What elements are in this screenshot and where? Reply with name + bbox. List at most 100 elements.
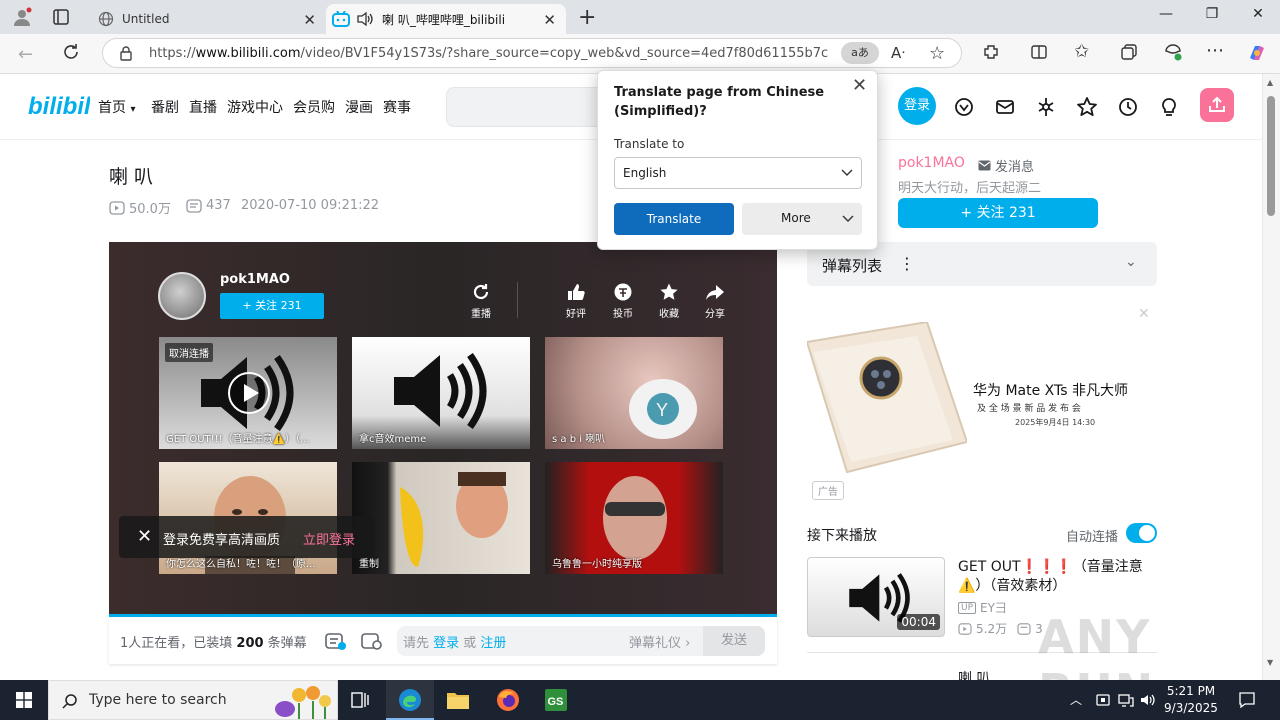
- favorite-star-icon[interactable]: ☆: [929, 43, 945, 64]
- danmaku-settings-icon[interactable]: [361, 631, 383, 651]
- close-icon[interactable]: ✕: [1138, 306, 1150, 322]
- related-video-thumb[interactable]: 乌鲁鲁一小时纯享版: [545, 462, 723, 574]
- related-video-thumb[interactable]: 取消连播 GET OUT!!!（音量注意⚠️）（...: [159, 337, 337, 449]
- firefox-icon[interactable]: [484, 680, 532, 720]
- tab-untitled[interactable]: Untitled ✕: [86, 4, 326, 34]
- minimize-button[interactable]: —: [1143, 6, 1189, 22]
- notifications-icon[interactable]: [1238, 691, 1256, 709]
- tray-device-icon[interactable]: [1096, 692, 1110, 708]
- avatar[interactable]: [158, 272, 206, 320]
- scrollbar-thumb[interactable]: [1267, 96, 1275, 216]
- player-uploader-name[interactable]: pok1MAO: [220, 272, 290, 287]
- next-video-uploader[interactable]: UP EY彐: [958, 599, 1007, 616]
- bilibili-logo[interactable]: bilibili: [28, 90, 90, 120]
- nav-game-center[interactable]: 游戏中心: [227, 97, 283, 117]
- player-follow-button[interactable]: + 关注 231: [220, 293, 324, 319]
- danmaku-etiquette-link[interactable]: 弹幕礼仪 ›: [629, 632, 690, 651]
- upload-button[interactable]: [1200, 88, 1234, 122]
- danmaku-input[interactable]: 请先 登录 或 注册 弹幕礼仪 › 发送: [397, 626, 765, 656]
- favorite-button[interactable]: 收藏: [649, 282, 689, 320]
- history-icon[interactable]: [1117, 96, 1139, 118]
- like-button[interactable]: 好评: [556, 282, 596, 320]
- nav-anime[interactable]: 番剧: [151, 97, 179, 117]
- related-video-thumb[interactable]: Y s a b i 喇叭: [545, 337, 723, 449]
- profile-icon[interactable]: [12, 7, 32, 27]
- message-icon[interactable]: [994, 96, 1016, 118]
- nav-home[interactable]: 首页 ▾: [98, 97, 135, 117]
- refresh-icon[interactable]: [62, 43, 80, 61]
- creation-center-icon[interactable]: [1158, 96, 1180, 118]
- back-icon[interactable]: ←: [18, 44, 33, 65]
- copilot-icon[interactable]: [1246, 42, 1268, 64]
- speaker-icon[interactable]: [356, 11, 374, 27]
- language-select[interactable]: English: [614, 157, 862, 189]
- window-close-button[interactable]: ✕: [1235, 6, 1280, 22]
- favorites-icon[interactable]: ✩: [1074, 41, 1089, 62]
- search-input[interactable]: [446, 87, 616, 127]
- network-icon[interactable]: [1118, 692, 1134, 708]
- more-button[interactable]: More: [742, 203, 862, 235]
- video-player[interactable]: pok1MAO + 关注 231 重播 好评 投币 收藏 分享 取消连播 GET…: [109, 242, 777, 617]
- close-icon[interactable]: ✕: [303, 11, 316, 29]
- next-video-thumb[interactable]: 00:04: [807, 557, 945, 637]
- split-screen-icon[interactable]: [1030, 43, 1048, 61]
- autoplay-toggle[interactable]: [1126, 523, 1157, 543]
- more-vertical-icon[interactable]: ⋮: [899, 254, 915, 273]
- toast-login-link[interactable]: 立即登录: [303, 529, 355, 548]
- coin-button[interactable]: 投币: [603, 282, 643, 320]
- browser-essentials-icon[interactable]: [1163, 42, 1183, 62]
- play-circle-icon[interactable]: [227, 371, 271, 415]
- edge-taskbar-icon[interactable]: [386, 680, 434, 720]
- task-view-icon[interactable]: [336, 680, 384, 720]
- nav-esports[interactable]: 赛事: [383, 97, 411, 117]
- related-video-thumb[interactable]: 重制: [352, 462, 530, 574]
- send-danmaku-button[interactable]: 发送: [703, 626, 765, 656]
- translate-icon[interactable]: aあ: [841, 42, 879, 64]
- restore-button[interactable]: ❐: [1189, 6, 1235, 22]
- url-text[interactable]: https://www.bilibili.com/video/BV1F54y1S…: [149, 46, 829, 61]
- close-icon[interactable]: ✕: [137, 526, 152, 547]
- favorites-star-icon[interactable]: [1076, 96, 1098, 118]
- start-button[interactable]: [0, 680, 48, 720]
- nav-shop[interactable]: 会员购: [293, 97, 335, 117]
- dynamic-icon[interactable]: [1035, 96, 1057, 118]
- nav-manga[interactable]: 漫画: [345, 97, 373, 117]
- up-name[interactable]: pok1MAO: [898, 155, 965, 171]
- address-bar[interactable]: https://www.bilibili.com/video/BV1F54y1S…: [102, 38, 962, 68]
- extensions-icon[interactable]: [982, 43, 1000, 61]
- scroll-up-icon[interactable]: ▲: [1267, 78, 1273, 87]
- follow-button[interactable]: + 关注 231: [898, 198, 1098, 228]
- nav-live[interactable]: 直播: [189, 97, 217, 117]
- taskbar-search[interactable]: Type here to search: [48, 680, 338, 720]
- vip-icon[interactable]: [953, 96, 975, 118]
- close-icon[interactable]: ✕: [543, 11, 556, 29]
- translate-button[interactable]: Translate: [614, 203, 734, 235]
- tray-chevron-up-icon[interactable]: ︿: [1070, 691, 1082, 708]
- tab-bilibili[interactable]: 喇 叭_哔哩哔哩_bilibili ✕: [326, 4, 566, 34]
- danmaku-register-link[interactable]: 注册: [480, 636, 506, 651]
- share-button[interactable]: 分享: [695, 282, 735, 320]
- new-tab-button[interactable]: +: [578, 5, 596, 30]
- file-explorer-icon[interactable]: [434, 680, 482, 720]
- close-icon[interactable]: ✕: [852, 75, 867, 96]
- read-aloud-icon[interactable]: Aᐧ: [891, 44, 905, 62]
- greenshot-icon[interactable]: GS: [532, 680, 580, 720]
- more-options-icon[interactable]: ⋯: [1206, 40, 1224, 61]
- page-scrollbar[interactable]: ▲ ▼: [1262, 74, 1280, 680]
- tab-actions-icon[interactable]: [52, 8, 70, 26]
- progress-bar[interactable]: [109, 614, 777, 617]
- chevron-down-icon[interactable]: ⌄: [1125, 254, 1137, 270]
- volume-icon[interactable]: [1140, 692, 1156, 708]
- send-message-link[interactable]: 发消息: [978, 156, 1034, 175]
- replay-button[interactable]: 重播: [461, 282, 501, 320]
- danmaku-toggle-icon[interactable]: [325, 631, 347, 651]
- login-button[interactable]: 登录: [898, 87, 936, 125]
- related-video-thumb[interactable]: 拿c音效meme: [352, 337, 530, 449]
- system-clock[interactable]: 5:21 PM 9/3/2025: [1156, 683, 1226, 717]
- lock-icon[interactable]: [119, 45, 133, 61]
- next-video-title[interactable]: GET OUT❗❗❗（音量注意⚠️）（音效素材）: [958, 558, 1158, 596]
- danmaku-login-link[interactable]: 登录: [433, 636, 459, 651]
- advertisement[interactable]: ✕ 华为 Mate XTs 非凡大师 及 全 场 景 新 品 发 布 会 202…: [807, 300, 1157, 500]
- collections-icon[interactable]: [1120, 43, 1138, 61]
- cancel-autoplay-badge[interactable]: 取消连播: [165, 343, 213, 362]
